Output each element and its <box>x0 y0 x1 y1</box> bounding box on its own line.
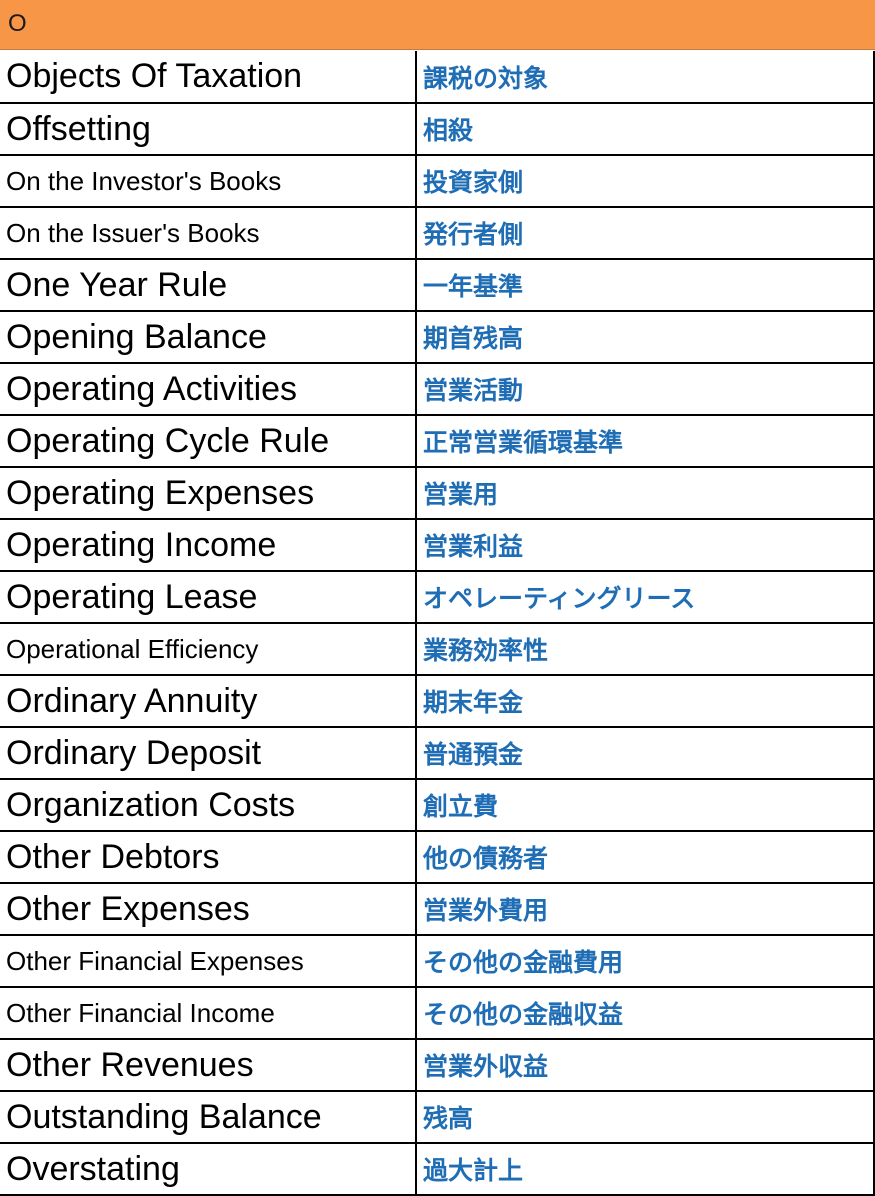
table-row: Other Revenues 営業外収益 <box>0 1039 875 1092</box>
term-cell[interactable]: Objects Of Taxation <box>0 51 417 104</box>
term-cell[interactable]: Operational Efficiency <box>0 623 417 676</box>
translation-cell[interactable]: 営業用 <box>416 467 875 520</box>
glossary-body: Objects Of Taxation 課税の対象 Offsetting 相殺 On t… <box>0 51 875 1196</box>
section-header: O <box>0 0 875 50</box>
translation-cell[interactable]: 業務効率性 <box>416 623 875 676</box>
table-row: Other Expenses 営業外費用 <box>0 883 875 936</box>
table-row: Overstating 過大計上 <box>0 1143 875 1196</box>
table-row: Offsetting 相殺 <box>0 103 875 156</box>
translation-cell[interactable]: 営業外収益 <box>416 1039 875 1092</box>
term-cell[interactable]: One Year Rule <box>0 259 417 312</box>
translation-cell[interactable]: 正常営業循環基準 <box>416 415 875 468</box>
term-cell[interactable]: Operating Cycle Rule <box>0 415 417 468</box>
table-row: Other Debtors 他の債務者 <box>0 831 875 884</box>
translation-cell[interactable]: 営業利益 <box>416 519 875 572</box>
section-letter: O <box>8 10 27 37</box>
translation-cell[interactable]: 発行者側 <box>416 207 875 260</box>
table-row: Operational Efficiency 業務効率性 <box>0 623 875 676</box>
table-row: One Year Rule 一年基準 <box>0 259 875 312</box>
term-cell[interactable]: Other Debtors <box>0 831 417 884</box>
table-row: Ordinary Annuity 期末年金 <box>0 675 875 728</box>
term-cell[interactable]: Operating Expenses <box>0 467 417 520</box>
term-cell[interactable]: Offsetting <box>0 103 417 156</box>
translation-cell[interactable]: その他の金融収益 <box>416 987 875 1040</box>
table-row: On the Issuer's Books 発行者側 <box>0 207 875 260</box>
translation-cell[interactable]: オペレーティングリース <box>416 571 875 624</box>
table-row: Outstanding Balance 残高 <box>0 1091 875 1144</box>
translation-cell[interactable]: その他の金融費用 <box>416 935 875 988</box>
glossary-sheet: O Objects Of Taxation 課税の対象 Offsetting 相殺 On… <box>0 0 875 1196</box>
term-cell[interactable]: Operating Lease <box>0 571 417 624</box>
translation-cell[interactable]: 投資家側 <box>416 155 875 208</box>
table-row: Organization Costs 創立費 <box>0 779 875 832</box>
translation-cell[interactable]: 相殺 <box>416 103 875 156</box>
translation-cell[interactable]: 営業外費用 <box>416 883 875 936</box>
term-cell[interactable]: Other Expenses <box>0 883 417 936</box>
term-cell[interactable]: Other Financial Expenses <box>0 935 417 988</box>
translation-cell[interactable]: 残高 <box>416 1091 875 1144</box>
translation-cell[interactable]: 期首残高 <box>416 311 875 364</box>
table-row: Operating Income 営業利益 <box>0 519 875 572</box>
table-row: Operating Cycle Rule 正常営業循環基準 <box>0 415 875 468</box>
translation-cell[interactable]: 一年基準 <box>416 259 875 312</box>
term-cell[interactable]: Ordinary Deposit <box>0 727 417 780</box>
table-row: Ordinary Deposit 普通預金 <box>0 727 875 780</box>
term-cell[interactable]: Other Revenues <box>0 1039 417 1092</box>
translation-cell[interactable]: 営業活動 <box>416 363 875 416</box>
table-row: Operating Expenses 営業用 <box>0 467 875 520</box>
translation-cell[interactable]: 課税の対象 <box>416 51 875 104</box>
term-cell[interactable]: Operating Activities <box>0 363 417 416</box>
term-cell[interactable]: Ordinary Annuity <box>0 675 417 728</box>
table-row: On the Investor's Books 投資家側 <box>0 155 875 208</box>
term-cell[interactable]: Operating Income <box>0 519 417 572</box>
table-row: Objects Of Taxation 課税の対象 <box>0 51 875 104</box>
table-row: Other Financial Income その他の金融収益 <box>0 987 875 1040</box>
term-cell[interactable]: On the Investor's Books <box>0 155 417 208</box>
term-cell[interactable]: Outstanding Balance <box>0 1091 417 1144</box>
table-row: Operating Lease オペレーティングリース <box>0 571 875 624</box>
translation-cell[interactable]: 他の債務者 <box>416 831 875 884</box>
translation-cell[interactable]: 普通預金 <box>416 727 875 780</box>
translation-cell[interactable]: 期末年金 <box>416 675 875 728</box>
term-cell[interactable]: Opening Balance <box>0 311 417 364</box>
term-cell[interactable]: On the Issuer's Books <box>0 207 417 260</box>
term-cell[interactable]: Organization Costs <box>0 779 417 832</box>
translation-cell[interactable]: 創立費 <box>416 779 875 832</box>
term-cell[interactable]: Overstating <box>0 1143 417 1196</box>
table-row: Other Financial Expenses その他の金融費用 <box>0 935 875 988</box>
table-row: Opening Balance 期首残高 <box>0 311 875 364</box>
term-cell[interactable]: Other Financial Income <box>0 987 417 1040</box>
glossary-table: Objects Of Taxation 課税の対象 Offsetting 相殺 On t… <box>0 51 875 1196</box>
translation-cell[interactable]: 過大計上 <box>416 1143 875 1196</box>
table-row: Operating Activities 営業活動 <box>0 363 875 416</box>
